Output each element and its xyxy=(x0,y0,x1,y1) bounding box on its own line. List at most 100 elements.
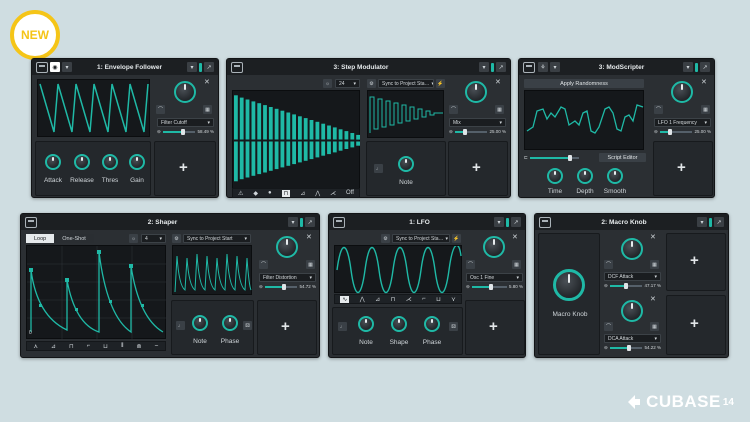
step-bar-upper[interactable] xyxy=(292,114,296,140)
amount-slider[interactable]: ⊖ 58.49 % xyxy=(157,128,214,135)
close-icon[interactable]: ✕ xyxy=(650,295,656,303)
note-icon[interactable]: ♩ xyxy=(374,164,383,173)
step-bar-upper[interactable] xyxy=(344,131,349,140)
add-slot-lower[interactable]: + xyxy=(666,295,726,355)
note-knob[interactable] xyxy=(358,316,374,332)
apply-randomness-button[interactable]: Apply Randomness xyxy=(524,79,644,88)
step-bar-lower[interactable] xyxy=(286,141,291,166)
keyboard-icon[interactable]: ▦ xyxy=(650,322,659,331)
curve-icon[interactable]: ⌒ xyxy=(466,260,475,269)
shape-ramp-icon[interactable]: ⊿ xyxy=(300,190,305,197)
step-bar-lower[interactable] xyxy=(327,141,331,155)
preset-steps-icon[interactable]: ⊔ xyxy=(103,343,108,350)
time-knob[interactable] xyxy=(547,168,563,184)
module-icon[interactable] xyxy=(231,61,243,73)
randomness-slider[interactable]: ⊏ xyxy=(524,154,579,161)
expand-icon[interactable]: ↗ xyxy=(511,217,521,227)
step-bar-lower[interactable] xyxy=(263,141,267,173)
target-dropdown[interactable]: Mix xyxy=(449,118,506,127)
shape-saw-icon[interactable]: ⋌ xyxy=(330,190,336,197)
note-knob[interactable] xyxy=(398,156,414,172)
smooth-knob[interactable] xyxy=(607,168,623,184)
expand-icon[interactable]: ↗ xyxy=(700,62,710,72)
target-dropdown[interactable]: Filter Cutoff xyxy=(157,118,214,127)
preset-ramp-icon[interactable]: ⊿ xyxy=(51,343,56,350)
step-bar-lower[interactable] xyxy=(234,141,238,182)
dropdown-icon[interactable]: ▾ xyxy=(697,217,707,227)
preset-pulse-icon[interactable]: ⊓ xyxy=(69,343,74,350)
shape-sine-icon[interactable]: ∿ xyxy=(340,295,350,303)
step-bar-upper[interactable] xyxy=(251,101,256,140)
steps-icon[interactable]: ☼ xyxy=(323,79,332,88)
step-bar-upper[interactable] xyxy=(239,97,244,140)
dropdown-icon[interactable]: ▾ xyxy=(479,62,489,72)
keyboard-icon[interactable]: ▦ xyxy=(203,105,212,114)
dice-icon[interactable]: ⚄ xyxy=(449,322,458,331)
step-bar-lower[interactable] xyxy=(321,141,326,156)
step-bar-lower[interactable] xyxy=(309,141,314,160)
shape-square-icon[interactable]: ⊓ xyxy=(391,296,396,303)
module-icon[interactable] xyxy=(36,61,48,73)
close-icon[interactable]: ✕ xyxy=(701,78,707,86)
step-bar-upper[interactable] xyxy=(338,129,343,140)
keyboard-icon[interactable]: ▦ xyxy=(701,105,710,114)
module-icon[interactable] xyxy=(539,216,551,228)
step-bar-lower[interactable] xyxy=(303,141,308,161)
phase-knob[interactable] xyxy=(424,316,440,332)
curve-icon[interactable]: ⌒ xyxy=(654,105,663,114)
close-icon[interactable]: ✕ xyxy=(204,78,210,86)
step-bar-lower[interactable] xyxy=(356,141,360,146)
amount1-slider[interactable]: ⊖ 47.17 % xyxy=(604,282,661,289)
step-bar-lower[interactable] xyxy=(280,141,285,168)
curve-icon[interactable]: ⌒ xyxy=(449,105,458,114)
add-icon[interactable]: + xyxy=(690,252,699,269)
step-bar-lower[interactable] xyxy=(298,141,302,163)
target2-dropdown[interactable]: DCA Attack xyxy=(604,334,661,343)
curve-icon[interactable]: ⌒ xyxy=(259,260,268,269)
macro-knob[interactable] xyxy=(553,269,585,301)
step-bar-lower[interactable] xyxy=(239,141,244,180)
sync-dropdown[interactable]: Sync to Project Sta… xyxy=(392,234,450,243)
step-bar-upper[interactable] xyxy=(303,118,308,140)
add-icon[interactable]: + xyxy=(690,315,699,332)
amount-slider[interactable]: ⊖ 5.80 % xyxy=(466,283,523,290)
target1-dropdown[interactable]: DCF Attack xyxy=(604,272,661,281)
step-bar-lower[interactable] xyxy=(350,141,355,148)
step-bar-upper[interactable] xyxy=(298,116,302,140)
shape-saw-icon[interactable]: ⊿ xyxy=(375,296,380,303)
expand-icon[interactable]: ↗ xyxy=(204,62,214,72)
shape-triangle-icon[interactable]: ⋀ xyxy=(315,190,320,197)
shape-random-icon[interactable]: ⋎ xyxy=(451,296,455,303)
add-slot[interactable]: + xyxy=(666,233,726,291)
add-slot[interactable]: + xyxy=(465,300,525,355)
preset-comb-icon[interactable]: ⦀ xyxy=(121,343,124,350)
expand-icon[interactable]: ↗ xyxy=(714,217,724,227)
shape-steps-icon[interactable]: ⊔ xyxy=(436,296,441,303)
add-icon[interactable]: + xyxy=(472,159,481,176)
oneshot-mode[interactable]: One-Shot xyxy=(54,234,94,243)
close-icon[interactable]: ✕ xyxy=(512,233,518,241)
step-bar-upper[interactable] xyxy=(280,110,285,140)
flow-icon[interactable]: ⚘ xyxy=(538,62,548,72)
keyboard-icon[interactable]: ▦ xyxy=(306,260,315,269)
phase-knob[interactable] xyxy=(222,315,238,331)
module-icon[interactable] xyxy=(333,216,345,228)
shape-square-icon[interactable]: ⊓ xyxy=(281,189,291,197)
dropdown-icon[interactable]: ▾ xyxy=(494,217,504,227)
module-icon[interactable] xyxy=(523,61,535,73)
preset-dip-icon[interactable]: ⌣ xyxy=(155,343,159,350)
keyboard-icon[interactable]: ▦ xyxy=(650,260,659,269)
menu-dropdown-icon[interactable]: ▾ xyxy=(62,62,72,72)
step-bar-lower[interactable] xyxy=(338,141,343,151)
attack-knob[interactable] xyxy=(45,154,61,170)
dropdown-icon[interactable]: ▾ xyxy=(683,62,693,72)
step-bar-upper[interactable] xyxy=(274,108,279,140)
step-bar-lower[interactable] xyxy=(251,141,256,176)
note-icon[interactable]: ♩ xyxy=(338,322,347,331)
warning-icon[interactable]: ⚠ xyxy=(238,190,243,197)
step-bar-upper[interactable] xyxy=(309,120,314,140)
dot-icon[interactable]: ● xyxy=(268,190,272,196)
step-bar-upper[interactable] xyxy=(268,107,273,140)
expand-icon[interactable]: ↗ xyxy=(496,62,506,72)
target-dropdown[interactable]: Filter Distortion xyxy=(259,273,316,282)
